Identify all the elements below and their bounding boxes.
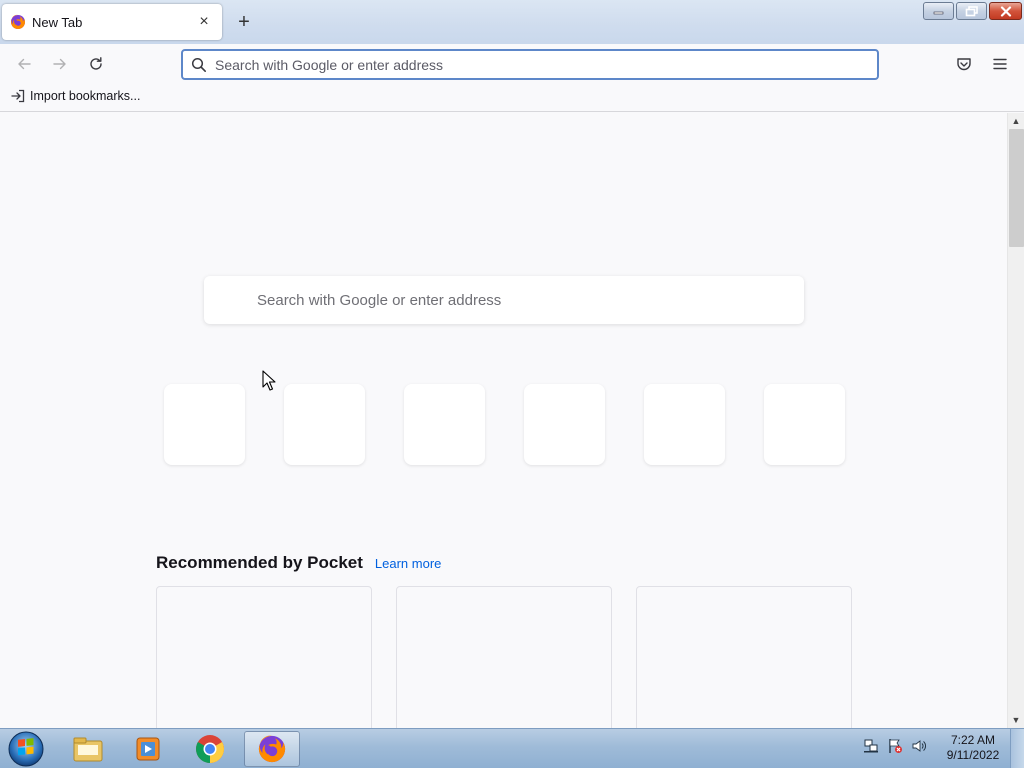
address-input[interactable]	[215, 51, 877, 78]
taskbar-clock[interactable]: 7:22 AM 9/11/2022	[940, 733, 1006, 763]
system-tray	[862, 737, 928, 755]
media-player-icon	[136, 737, 160, 761]
pocket-section-header: Recommended by Pocket Learn more	[156, 553, 441, 573]
navigation-toolbar	[0, 44, 1024, 84]
firefox-icon	[11, 14, 25, 29]
top-site-tile[interactable]	[644, 384, 725, 465]
vertical-scrollbar[interactable]: ▲ ▼	[1007, 113, 1024, 728]
app-menu-button[interactable]	[988, 52, 1012, 76]
taskbar-firefox[interactable]	[244, 731, 300, 767]
tab-close-icon[interactable]: ×	[194, 12, 214, 32]
reload-icon	[90, 57, 102, 70]
forward-arrow-icon	[53, 58, 66, 70]
start-button[interactable]	[6, 730, 46, 768]
import-icon	[11, 89, 25, 103]
taskbar: 7:22 AM 9/11/2022	[0, 728, 1024, 768]
scroll-down-icon[interactable]: ▼	[1008, 712, 1024, 728]
minimize-button[interactable]	[923, 2, 954, 20]
top-site-tile[interactable]	[764, 384, 845, 465]
newtab-search-box[interactable]: Search with Google or enter address	[204, 276, 804, 324]
pocket-story-card[interactable]	[636, 586, 852, 728]
volume-icon[interactable]	[910, 737, 928, 755]
bookmarks-toolbar: Import bookmarks...	[0, 84, 1024, 112]
network-icon[interactable]	[862, 737, 880, 755]
pocket-story-card[interactable]	[156, 586, 372, 728]
hamburger-menu-icon	[993, 58, 1007, 70]
taskbar-chrome[interactable]	[182, 731, 238, 767]
scroll-up-icon[interactable]: ▲	[1008, 113, 1024, 129]
pocket-icon	[957, 58, 971, 71]
minimize-icon	[933, 11, 943, 15]
top-site-tile[interactable]	[164, 384, 245, 465]
clock-time: 7:22 AM	[950, 733, 996, 747]
chrome-icon	[196, 735, 224, 763]
firefox-icon	[258, 735, 286, 763]
new-tab-page: Search with Google or enter address Reco…	[0, 113, 1007, 728]
windows-explorer-icon	[73, 737, 103, 762]
window-controls	[923, 2, 1022, 20]
restore-icon	[965, 5, 978, 16]
reload-button[interactable]	[84, 52, 108, 76]
scrollbar-thumb[interactable]	[1009, 129, 1024, 247]
action-center-flag-icon[interactable]	[886, 737, 904, 755]
new-tab-button[interactable]: +	[232, 10, 256, 34]
newtab-search-placeholder: Search with Google or enter address	[257, 291, 502, 309]
import-bookmarks-label: Import bookmarks...	[30, 89, 141, 103]
back-button[interactable]	[12, 52, 36, 76]
title-bar: New Tab × +	[0, 0, 1024, 44]
close-icon	[1000, 5, 1011, 17]
forward-button[interactable]	[48, 52, 72, 76]
back-arrow-icon	[18, 58, 31, 70]
restore-button[interactable]	[956, 2, 987, 20]
pocket-learn-more-link[interactable]: Learn more	[375, 556, 441, 571]
taskbar-media-player[interactable]	[120, 731, 176, 767]
top-site-tile[interactable]	[284, 384, 365, 465]
tab-new-tab[interactable]: New Tab ×	[2, 4, 222, 40]
address-bar[interactable]	[181, 49, 879, 80]
show-desktop-button[interactable]	[1010, 729, 1024, 768]
import-bookmarks-button[interactable]: Import bookmarks...	[10, 89, 140, 103]
mouse-cursor-icon	[262, 370, 276, 391]
pocket-story-card[interactable]	[396, 586, 612, 728]
tab-title: New Tab	[32, 14, 83, 30]
top-site-tile[interactable]	[524, 384, 605, 465]
taskbar-explorer[interactable]	[60, 731, 116, 767]
top-site-tile[interactable]	[404, 384, 485, 465]
clock-date: 9/11/2022	[946, 748, 1000, 762]
search-icon	[191, 57, 206, 72]
close-window-button[interactable]	[989, 2, 1022, 20]
pocket-button[interactable]	[952, 52, 976, 76]
pocket-section-title: Recommended by Pocket	[156, 553, 363, 572]
